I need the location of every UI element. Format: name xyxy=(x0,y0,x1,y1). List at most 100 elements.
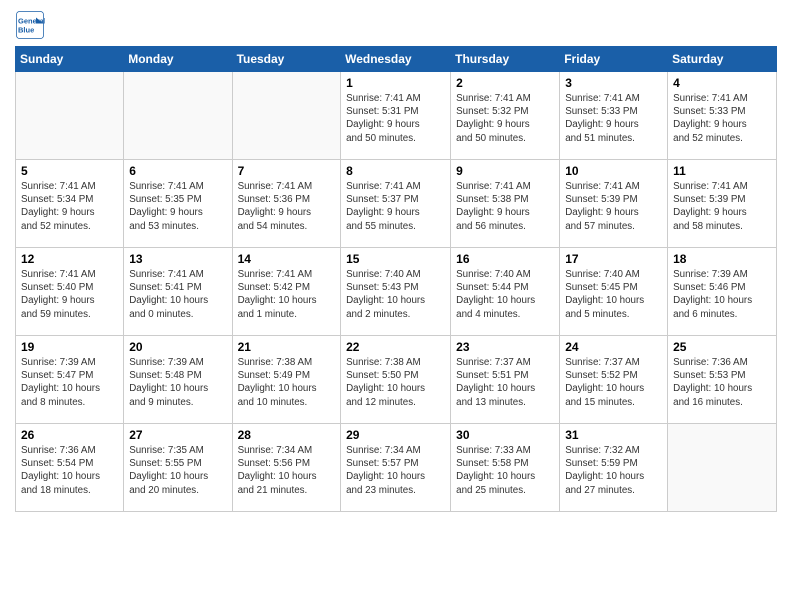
week-row-1: 1 Sunrise: 7:41 AM Sunset: 5:31 PM Daylig… xyxy=(16,72,777,160)
day-number: 8 xyxy=(346,164,445,178)
calendar-cell: 8 Sunrise: 7:41 AM Sunset: 5:37 PM Daylig… xyxy=(341,160,451,248)
day-number: 23 xyxy=(456,340,554,354)
calendar-cell: 6 Sunrise: 7:41 AM Sunset: 5:35 PM Daylig… xyxy=(124,160,232,248)
calendar-cell: 1 Sunrise: 7:41 AM Sunset: 5:31 PM Daylig… xyxy=(341,72,451,160)
calendar-cell: 28 Sunrise: 7:34 AM Sunset: 5:56 PM Dayli… xyxy=(232,424,341,512)
calendar-cell: 22Sunrise: 7:38 AM Sunset: 5:50 PM Dayli… xyxy=(341,336,451,424)
calendar-header-saturday: Saturday xyxy=(668,47,777,72)
calendar-cell xyxy=(124,72,232,160)
day-number: 13 xyxy=(129,252,226,266)
cell-info: Sunrise: 7:38 AM Sunset: 5:50 PM Dayligh… xyxy=(346,356,445,409)
day-number: 9 xyxy=(456,164,554,178)
calendar-cell: 29 Sunrise: 7:34 AM Sunset: 5:57 PM Dayli… xyxy=(341,424,451,512)
cell-info: Sunrise: 7:39 AM Sunset: 5:48 PM Dayligh… xyxy=(129,356,226,409)
calendar-cell xyxy=(668,424,777,512)
calendar-header-wednesday: Wednesday xyxy=(341,47,451,72)
cell-info: Sunrise: 7:41 AM Sunset: 5:33 PM Dayligh… xyxy=(673,92,771,145)
day-number: 26 xyxy=(21,428,118,442)
calendar-table: SundayMondayTuesdayWednesdayThursdayFrid… xyxy=(15,46,777,512)
svg-text:General: General xyxy=(18,17,45,26)
cell-info: Sunrise: 7:37 AM Sunset: 5:51 PM Dayligh… xyxy=(456,356,554,409)
calendar-cell: 9Sunrise: 7:41 AM Sunset: 5:38 PM Daylig… xyxy=(451,160,560,248)
day-number: 24 xyxy=(565,340,662,354)
cell-info: Sunrise: 7:41 AM Sunset: 5:34 PM Dayligh… xyxy=(21,180,118,233)
calendar-cell: 16 Sunrise: 7:40 AM Sunset: 5:44 PM Dayli… xyxy=(451,248,560,336)
calendar-cell: 12Sunrise: 7:41 AM Sunset: 5:40 PM Dayli… xyxy=(16,248,124,336)
day-number: 21 xyxy=(238,340,336,354)
calendar-header-sunday: Sunday xyxy=(16,47,124,72)
day-number: 19 xyxy=(21,340,118,354)
week-row-5: 26 Sunrise: 7:36 AM Sunset: 5:54 PM Dayli… xyxy=(16,424,777,512)
cell-info: Sunrise: 7:41 AM Sunset: 5:31 PM Dayligh… xyxy=(346,92,445,145)
day-number: 15 xyxy=(346,252,445,266)
calendar-cell: 4 Sunrise: 7:41 AM Sunset: 5:33 PM Daylig… xyxy=(668,72,777,160)
day-number: 3 xyxy=(565,76,662,90)
cell-info: Sunrise: 7:32 AM Sunset: 5:59 PM Dayligh… xyxy=(565,444,662,497)
calendar-cell: 7Sunrise: 7:41 AM Sunset: 5:36 PM Daylig… xyxy=(232,160,341,248)
calendar-cell: 18Sunrise: 7:39 AM Sunset: 5:46 PM Dayli… xyxy=(668,248,777,336)
week-row-3: 12Sunrise: 7:41 AM Sunset: 5:40 PM Dayli… xyxy=(16,248,777,336)
calendar-header-tuesday: Tuesday xyxy=(232,47,341,72)
cell-info: Sunrise: 7:36 AM Sunset: 5:53 PM Dayligh… xyxy=(673,356,771,409)
cell-info: Sunrise: 7:40 AM Sunset: 5:44 PM Dayligh… xyxy=(456,268,554,321)
cell-info: Sunrise: 7:41 AM Sunset: 5:39 PM Dayligh… xyxy=(673,180,771,233)
day-number: 31 xyxy=(565,428,662,442)
svg-text:Blue: Blue xyxy=(18,26,34,35)
logo: General Blue xyxy=(15,10,45,40)
cell-info: Sunrise: 7:38 AM Sunset: 5:49 PM Dayligh… xyxy=(238,356,336,409)
day-number: 28 xyxy=(238,428,336,442)
cell-info: Sunrise: 7:41 AM Sunset: 5:37 PM Dayligh… xyxy=(346,180,445,233)
calendar-cell: 17Sunrise: 7:40 AM Sunset: 5:45 PM Dayli… xyxy=(560,248,668,336)
cell-info: Sunrise: 7:36 AM Sunset: 5:54 PM Dayligh… xyxy=(21,444,118,497)
calendar-cell: 19 Sunrise: 7:39 AM Sunset: 5:47 PM Dayli… xyxy=(16,336,124,424)
day-number: 2 xyxy=(456,76,554,90)
day-number: 5 xyxy=(21,164,118,178)
day-number: 11 xyxy=(673,164,771,178)
calendar-cell: 26 Sunrise: 7:36 AM Sunset: 5:54 PM Dayli… xyxy=(16,424,124,512)
cell-info: Sunrise: 7:41 AM Sunset: 5:33 PM Dayligh… xyxy=(565,92,662,145)
calendar-cell: 2Sunrise: 7:41 AM Sunset: 5:32 PM Daylig… xyxy=(451,72,560,160)
calendar-cell: 31 Sunrise: 7:32 AM Sunset: 5:59 PM Dayli… xyxy=(560,424,668,512)
cell-info: Sunrise: 7:41 AM Sunset: 5:42 PM Dayligh… xyxy=(238,268,336,321)
cell-info: Sunrise: 7:34 AM Sunset: 5:56 PM Dayligh… xyxy=(238,444,336,497)
calendar-cell xyxy=(16,72,124,160)
calendar-cell: 23 Sunrise: 7:37 AM Sunset: 5:51 PM Dayli… xyxy=(451,336,560,424)
cell-info: Sunrise: 7:37 AM Sunset: 5:52 PM Dayligh… xyxy=(565,356,662,409)
week-row-2: 5 Sunrise: 7:41 AM Sunset: 5:34 PM Daylig… xyxy=(16,160,777,248)
header: General Blue xyxy=(15,10,777,40)
day-number: 20 xyxy=(129,340,226,354)
day-number: 14 xyxy=(238,252,336,266)
calendar-cell: 5 Sunrise: 7:41 AM Sunset: 5:34 PM Daylig… xyxy=(16,160,124,248)
calendar-header-row: SundayMondayTuesdayWednesdayThursdayFrid… xyxy=(16,47,777,72)
day-number: 27 xyxy=(129,428,226,442)
calendar-cell: 3 Sunrise: 7:41 AM Sunset: 5:33 PM Daylig… xyxy=(560,72,668,160)
cell-info: Sunrise: 7:41 AM Sunset: 5:41 PM Dayligh… xyxy=(129,268,226,321)
calendar-cell: 21 Sunrise: 7:38 AM Sunset: 5:49 PM Dayli… xyxy=(232,336,341,424)
calendar-cell: 20 Sunrise: 7:39 AM Sunset: 5:48 PM Dayli… xyxy=(124,336,232,424)
calendar-cell xyxy=(232,72,341,160)
calendar-cell: 15Sunrise: 7:40 AM Sunset: 5:43 PM Dayli… xyxy=(341,248,451,336)
day-number: 16 xyxy=(456,252,554,266)
cell-info: Sunrise: 7:39 AM Sunset: 5:47 PM Dayligh… xyxy=(21,356,118,409)
cell-info: Sunrise: 7:41 AM Sunset: 5:39 PM Dayligh… xyxy=(565,180,662,233)
calendar-cell: 27 Sunrise: 7:35 AM Sunset: 5:55 PM Dayli… xyxy=(124,424,232,512)
cell-info: Sunrise: 7:41 AM Sunset: 5:36 PM Dayligh… xyxy=(238,180,336,233)
cell-info: Sunrise: 7:41 AM Sunset: 5:40 PM Dayligh… xyxy=(21,268,118,321)
day-number: 6 xyxy=(129,164,226,178)
page-container: General Blue SundayMondayTuesdayWednesda… xyxy=(0,0,792,522)
logo-icon: General Blue xyxy=(15,10,45,40)
calendar-cell: 11 Sunrise: 7:41 AM Sunset: 5:39 PM Dayli… xyxy=(668,160,777,248)
calendar-cell: 24 Sunrise: 7:37 AM Sunset: 5:52 PM Dayli… xyxy=(560,336,668,424)
cell-info: Sunrise: 7:35 AM Sunset: 5:55 PM Dayligh… xyxy=(129,444,226,497)
day-number: 4 xyxy=(673,76,771,90)
cell-info: Sunrise: 7:34 AM Sunset: 5:57 PM Dayligh… xyxy=(346,444,445,497)
day-number: 10 xyxy=(565,164,662,178)
week-row-4: 19 Sunrise: 7:39 AM Sunset: 5:47 PM Dayli… xyxy=(16,336,777,424)
calendar-cell: 10 Sunrise: 7:41 AM Sunset: 5:39 PM Dayli… xyxy=(560,160,668,248)
calendar-cell: 30Sunrise: 7:33 AM Sunset: 5:58 PM Dayli… xyxy=(451,424,560,512)
day-number: 25 xyxy=(673,340,771,354)
day-number: 29 xyxy=(346,428,445,442)
day-number: 1 xyxy=(346,76,445,90)
cell-info: Sunrise: 7:41 AM Sunset: 5:35 PM Dayligh… xyxy=(129,180,226,233)
calendar-cell: 25 Sunrise: 7:36 AM Sunset: 5:53 PM Dayli… xyxy=(668,336,777,424)
